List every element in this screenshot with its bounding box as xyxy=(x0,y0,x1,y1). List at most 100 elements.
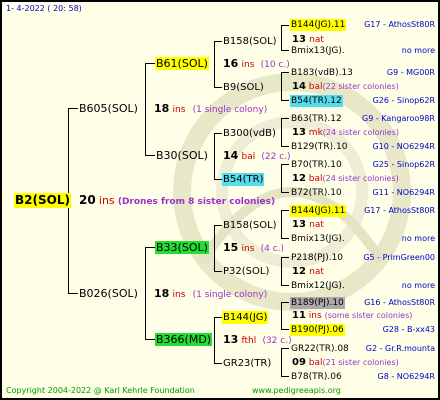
connector-line xyxy=(281,257,289,258)
connector-line xyxy=(214,41,222,42)
gen3-d1-label[interactable]: B144(JG) xyxy=(222,311,269,324)
gen4-b2f-label[interactable]: B72(TR).10 xyxy=(290,187,343,199)
gen4-c1m-code: G17 - AthosSt80R xyxy=(364,206,435,215)
gen2-d-label[interactable]: B366(MD) xyxy=(155,333,213,346)
gen4-d1m-code: G16 - AthosSt80R xyxy=(364,298,435,307)
gen2-d-type: fthl xyxy=(241,336,257,346)
connector-line xyxy=(68,293,78,294)
connector-line xyxy=(281,50,289,51)
gen3-a2-info: 14 bal(22 sister colonies) xyxy=(292,81,399,93)
connector-line xyxy=(214,87,222,88)
gen3-b2-note: (24 sister colonies) xyxy=(322,174,399,183)
connector-line xyxy=(214,41,215,88)
gen1-upper-count: 18 xyxy=(154,102,170,115)
gen2-b-label[interactable]: B30(SOL) xyxy=(155,149,209,162)
connector-line xyxy=(281,146,289,147)
gen4-a2m-label[interactable]: B183(vdB).13 xyxy=(290,67,354,79)
website-link[interactable]: www.pedigreeapis.org xyxy=(252,386,341,395)
gen3-b1-note: (24 sister colonies) xyxy=(322,128,399,137)
gen4-c2m-label[interactable]: P218(PJ).10 xyxy=(290,252,344,264)
connector-line xyxy=(281,210,289,211)
gen3-c2-label[interactable]: P32(SOL) xyxy=(222,265,270,278)
gen3-d2-note: (21 sister colonies) xyxy=(322,358,399,367)
gen4-a1m-code: G17 - AthosSt80R xyxy=(364,20,435,29)
gen2-c-info: 15 ins (4 c.) xyxy=(223,241,284,256)
gen4-d1f-code: G28 - B-xx43 xyxy=(382,325,435,334)
root-count: 20 xyxy=(79,193,96,207)
gen4-d2m-label[interactable]: GR22(TR).08 xyxy=(290,343,350,355)
connector-line xyxy=(214,317,222,318)
gen3-a2-label[interactable]: B9(SOL) xyxy=(222,81,265,94)
gen4-a1f-label[interactable]: Bmix13(JG). xyxy=(290,45,346,57)
gen4-b1m-label[interactable]: B63(TR).12 xyxy=(290,113,343,125)
gen3-d2-count: 09 xyxy=(292,357,306,368)
connector-line xyxy=(281,72,289,73)
gen4-d1f-label[interactable]: B190(PJ).06 xyxy=(290,324,345,336)
gen2-b-type: bal xyxy=(241,152,256,162)
gen3-b1-info: 13 mk(24 sister colonies) xyxy=(292,127,399,139)
gen3-a1-count: 13 xyxy=(292,34,306,45)
gen3-c2-info: 12 nat xyxy=(292,265,324,279)
gen2-d-info: 13 fthl (32 c.) xyxy=(223,333,292,348)
connector-line xyxy=(214,225,215,272)
connector-line xyxy=(281,100,289,101)
date-header: 1- 4-2022 ( 20: 58) xyxy=(6,4,82,13)
connector-line xyxy=(281,118,289,119)
connector-line xyxy=(214,133,215,180)
connector-line xyxy=(145,247,146,340)
gen3-a2-type: bal xyxy=(308,82,323,92)
gen2-a-info: 16 ins (10 c.) xyxy=(223,57,290,72)
connector-line xyxy=(281,348,282,377)
gen2-a-label[interactable]: B61(SOL) xyxy=(155,57,209,70)
gen1-lower-label[interactable]: B026(SOL) xyxy=(78,287,139,300)
gen2-c-type: ins xyxy=(241,244,255,254)
connector-line xyxy=(281,302,282,330)
gen4-d1m-label[interactable]: B189(PJ).10 xyxy=(290,297,345,309)
root-queen-label[interactable]: B2(SOL) xyxy=(14,193,71,208)
gen4-c1m-label[interactable]: B144(JG).11 xyxy=(290,205,347,217)
connector-line xyxy=(214,179,222,180)
gen4-b2f-code: G11 - NO6294R xyxy=(372,188,435,197)
gen1-upper-note: (1 single colony) xyxy=(192,105,268,115)
connector-line xyxy=(214,317,215,364)
gen4-b1f-label[interactable]: B129(TR).10 xyxy=(290,141,348,153)
gen4-d2m-code: G2 - Gr.R.mounta xyxy=(365,344,435,353)
gen1-lower-count: 18 xyxy=(154,287,170,300)
connector-line xyxy=(145,339,155,340)
gen2-b-count: 14 xyxy=(223,149,239,162)
gen3-d1-count: 11 xyxy=(292,310,306,321)
gen4-a2m-code: G9 - MG00R xyxy=(386,68,435,77)
gen2-a-type: ins xyxy=(241,60,255,70)
gen3-b2-type: bal xyxy=(308,174,323,184)
connector-line xyxy=(281,348,289,349)
gen3-b2-label[interactable]: B54(TR) xyxy=(222,173,265,186)
gen3-d2-label[interactable]: GR23(TR) xyxy=(222,357,272,370)
gen3-b1-label[interactable]: B300(vdB) xyxy=(222,127,277,140)
copyright-text: Copyright 2004-2022 @ Karl Kehrle Founda… xyxy=(6,386,195,395)
gen4-d2f-label[interactable]: B78(TR).06 xyxy=(290,371,343,383)
root-info: 20 ins (Drones from 8 sister colonies) xyxy=(79,193,275,210)
gen1-upper-info: 18 ins (1 single colony) xyxy=(154,102,267,117)
connector-line xyxy=(214,363,222,364)
connector-line xyxy=(145,247,155,248)
connector-line xyxy=(281,257,282,286)
gen4-a1f-code: no more xyxy=(401,46,435,55)
gen3-d1-note: (some sister colonies) xyxy=(324,311,413,320)
gen1-upper-label[interactable]: B605(SOL) xyxy=(78,102,139,115)
gen4-b2m-label[interactable]: B70(TR).10 xyxy=(290,159,343,171)
gen4-c2f-label[interactable]: Bmix12(JG). xyxy=(290,280,346,292)
gen3-c1-count: 13 xyxy=(292,219,306,230)
gen4-a1m-label[interactable]: B144(JG).11 xyxy=(290,19,347,31)
gen3-a1-label[interactable]: B158(SOL) xyxy=(222,35,278,48)
gen1-lower-info: 18 ins (1 single colony) xyxy=(154,287,267,302)
gen4-b1m-code: G9 - Kangaroo98R xyxy=(362,114,435,123)
gen2-a-note: (10 c.) xyxy=(260,60,290,70)
gen1-lower-type: ins xyxy=(172,290,186,300)
gen2-a-count: 16 xyxy=(223,57,239,70)
gen2-c-label[interactable]: B33(SOL) xyxy=(155,241,209,254)
gen4-a2f-label[interactable]: B54(TR).12 xyxy=(290,95,343,107)
gen3-a1-type: nat xyxy=(309,35,324,45)
gen3-c2-count: 12 xyxy=(292,266,306,277)
gen4-c1f-label[interactable]: Bmix13(JG). xyxy=(290,233,346,245)
gen3-c1-label[interactable]: B158(SOL) xyxy=(222,219,278,232)
